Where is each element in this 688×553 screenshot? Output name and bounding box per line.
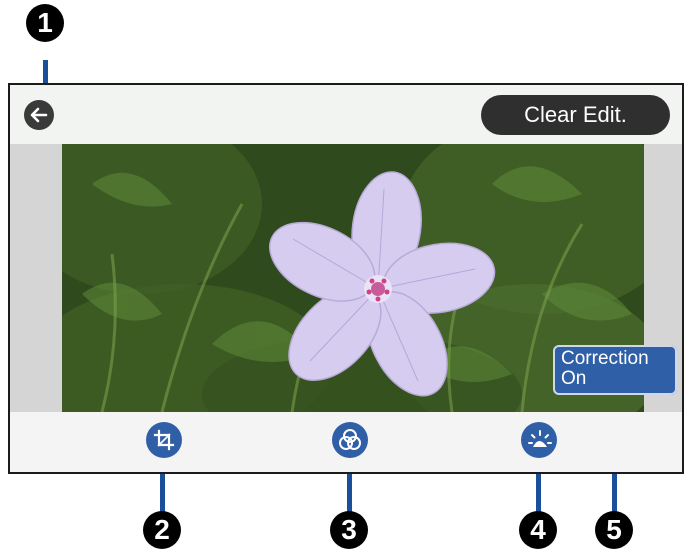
correction-state: On bbox=[561, 368, 587, 389]
callout-5: 5 bbox=[595, 511, 633, 549]
callout-4: 4 bbox=[519, 511, 557, 549]
brightness-button[interactable] bbox=[521, 422, 557, 458]
color-filter-button[interactable] bbox=[332, 422, 368, 458]
left-margin-bar bbox=[10, 144, 62, 412]
crop-button[interactable] bbox=[146, 422, 182, 458]
color-filter-icon bbox=[339, 429, 361, 450]
arrow-left-icon bbox=[25, 101, 53, 129]
crop-icon bbox=[153, 429, 175, 451]
callout-1: 1 bbox=[26, 4, 64, 42]
callout-3: 3 bbox=[330, 511, 368, 549]
clear-edit-button[interactable]: Clear Edit. bbox=[481, 95, 670, 135]
edit-screen: Clear Edit. Correction On bbox=[8, 83, 684, 474]
callout-2: 2 bbox=[143, 511, 181, 549]
correction-label: Correction bbox=[561, 348, 649, 369]
brightness-icon bbox=[528, 430, 552, 447]
correction-toggle-button[interactable]: Correction On bbox=[553, 345, 677, 395]
back-button[interactable] bbox=[24, 100, 54, 130]
